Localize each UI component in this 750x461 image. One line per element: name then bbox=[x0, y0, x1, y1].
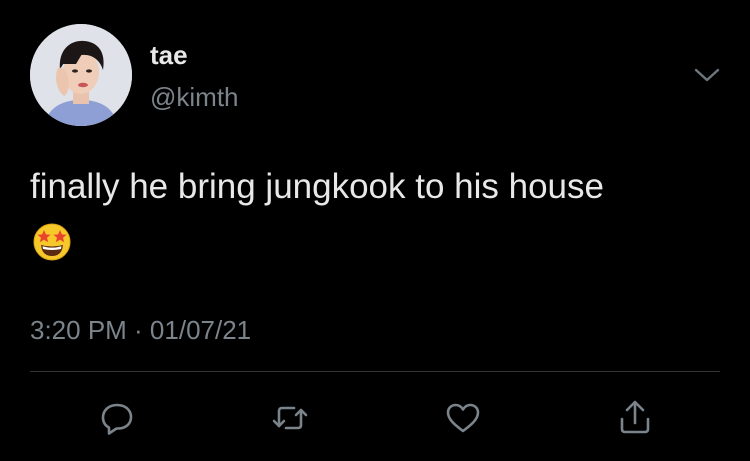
avatar[interactable] bbox=[30, 24, 132, 126]
display-name[interactable]: tae bbox=[150, 40, 188, 70]
tweet-timestamp[interactable]: 3:20 PM · 01/07/21 bbox=[30, 314, 251, 346]
user-handle[interactable]: @kimth bbox=[150, 82, 239, 112]
like-button[interactable] bbox=[443, 398, 483, 438]
retweet-icon bbox=[272, 406, 308, 430]
star-struck-emoji bbox=[32, 222, 72, 262]
tweet-card: tae @kimth finally he bring jungkook to … bbox=[0, 0, 750, 461]
reply-icon bbox=[101, 403, 133, 435]
share-icon bbox=[620, 400, 650, 434]
reply-button[interactable] bbox=[97, 398, 137, 438]
divider bbox=[30, 371, 720, 372]
chevron-down-icon[interactable] bbox=[692, 64, 722, 86]
share-button[interactable] bbox=[615, 398, 655, 438]
tweet-text: finally he bring jungkook to his house bbox=[30, 167, 604, 206]
heart-icon bbox=[446, 403, 480, 433]
retweet-button[interactable] bbox=[270, 398, 310, 438]
avatar-image bbox=[30, 24, 132, 126]
